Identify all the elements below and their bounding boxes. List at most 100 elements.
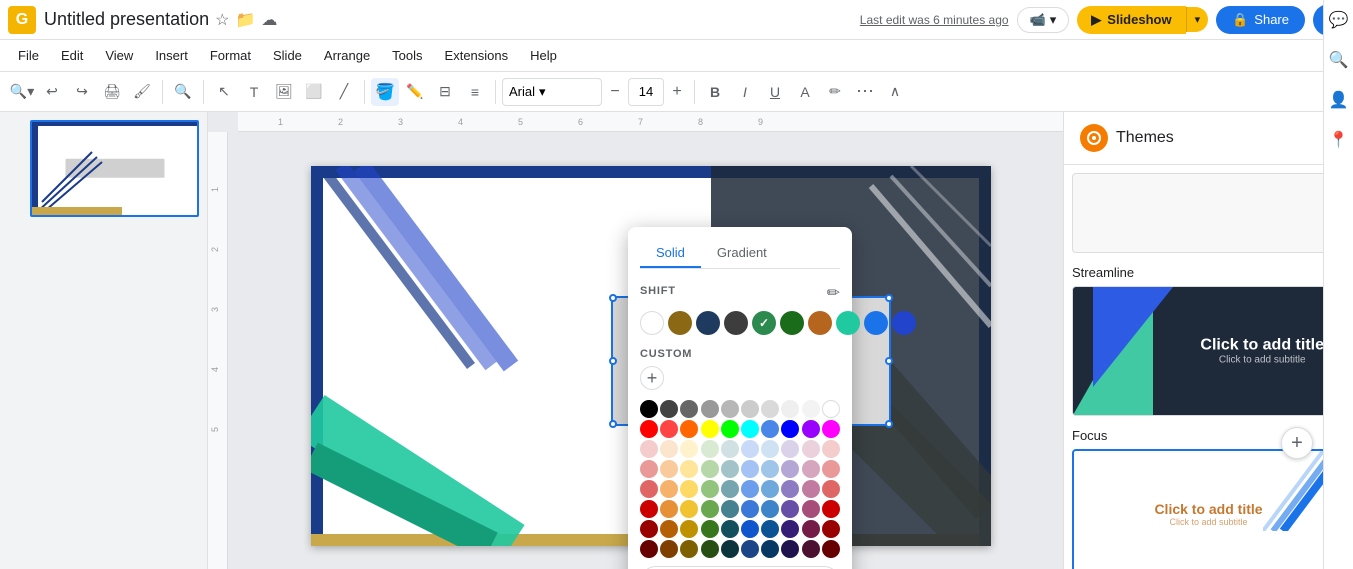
- color-light-gray-3[interactable]: [761, 400, 779, 418]
- color-light-blue-1[interactable]: [741, 440, 759, 458]
- color-cyan[interactable]: [741, 420, 759, 438]
- border-dash-button[interactable]: ⊟: [431, 78, 459, 106]
- zoom-menu-button[interactable]: 🔍▾: [8, 78, 36, 106]
- menu-slide[interactable]: Slide: [263, 44, 312, 67]
- color-olive[interactable]: [680, 520, 698, 538]
- highlight-button[interactable]: ✏: [821, 78, 849, 106]
- color-royal-blue[interactable]: [741, 500, 759, 518]
- resize-handle-bl[interactable]: [609, 420, 617, 428]
- slideshow-main-button[interactable]: ▶ Slideshow: [1077, 6, 1185, 34]
- shift-color-dark[interactable]: [724, 311, 748, 335]
- shift-color-green[interactable]: [752, 311, 776, 335]
- color-dark-teal[interactable]: [721, 520, 739, 538]
- color-medium-purple[interactable]: [781, 480, 799, 498]
- resize-handle-tr[interactable]: [885, 294, 893, 302]
- color-orange-1[interactable]: [680, 420, 698, 438]
- resize-handle-br[interactable]: [885, 420, 893, 428]
- slideshow-dropdown-button[interactable]: ▾: [1186, 7, 1209, 32]
- color-dark-maroon[interactable]: [640, 540, 658, 558]
- color-teal-2[interactable]: [721, 500, 739, 518]
- last-edit-text[interactable]: Last edit was 6 minutes ago: [860, 13, 1009, 27]
- color-medium-green[interactable]: [701, 480, 719, 498]
- color-medium-blue[interactable]: [761, 480, 779, 498]
- color-dark-gray-2[interactable]: [680, 400, 698, 418]
- document-title[interactable]: Untitled presentation: [44, 9, 209, 30]
- line-button[interactable]: ╱: [330, 78, 358, 106]
- color-coral-2[interactable]: [822, 480, 840, 498]
- redo-button[interactable]: ↪: [68, 78, 96, 106]
- shift-color-white[interactable]: [640, 311, 664, 335]
- menu-extensions[interactable]: Extensions: [435, 44, 519, 67]
- color-dark-teal-2[interactable]: [721, 540, 739, 558]
- tab-gradient[interactable]: Gradient: [701, 239, 783, 268]
- color-purple[interactable]: [802, 420, 820, 438]
- color-cornflower[interactable]: [761, 420, 779, 438]
- color-near-white[interactable]: [802, 400, 820, 418]
- color-red-1[interactable]: [640, 420, 658, 438]
- border-color-button[interactable]: ✏️: [401, 78, 429, 106]
- color-dark-purple[interactable]: [781, 520, 799, 538]
- add-theme-button[interactable]: +: [1281, 427, 1313, 459]
- shift-color-blue[interactable]: [864, 311, 888, 335]
- maps-icon[interactable]: 📍: [1327, 128, 1351, 152]
- font-size-input[interactable]: [628, 78, 664, 106]
- font-selector[interactable]: Arial ▾: [502, 78, 602, 106]
- color-red-2[interactable]: [660, 420, 678, 438]
- color-pink[interactable]: [802, 440, 820, 458]
- color-yellow-2[interactable]: [680, 500, 698, 518]
- select-button[interactable]: ↖: [210, 78, 238, 106]
- shift-color-brown[interactable]: [668, 311, 692, 335]
- underline-button[interactable]: U: [761, 78, 789, 106]
- shift-color-dark-green[interactable]: [780, 311, 804, 335]
- color-cadet-blue[interactable]: [721, 480, 739, 498]
- color-light-red[interactable]: [640, 440, 658, 458]
- tab-solid[interactable]: Solid: [640, 239, 701, 268]
- color-light-red-2[interactable]: [822, 440, 840, 458]
- color-dark-violet[interactable]: [781, 540, 799, 558]
- color-light-green[interactable]: [701, 440, 719, 458]
- text-color-button[interactable]: A: [791, 78, 819, 106]
- text-button[interactable]: T: [240, 78, 268, 106]
- color-pale-yellow[interactable]: [680, 460, 698, 478]
- shift-color-teal[interactable]: [836, 311, 860, 335]
- color-burgundy[interactable]: [802, 520, 820, 538]
- color-light-teal[interactable]: [721, 440, 739, 458]
- color-mauve[interactable]: [802, 460, 820, 478]
- color-tan[interactable]: [660, 480, 678, 498]
- color-dark-maroon-2[interactable]: [822, 540, 840, 558]
- color-maroon[interactable]: [640, 520, 658, 538]
- color-maroon-2[interactable]: [822, 520, 840, 538]
- color-magenta[interactable]: [822, 420, 840, 438]
- color-steel-blue[interactable]: [721, 460, 739, 478]
- meet-button[interactable]: 📹 ▾: [1017, 7, 1070, 33]
- color-light-gray-1[interactable]: [721, 400, 739, 418]
- shift-color-orange[interactable]: [808, 311, 832, 335]
- menu-insert[interactable]: Insert: [145, 44, 198, 67]
- color-light-yellow[interactable]: [680, 440, 698, 458]
- bold-button[interactable]: B: [701, 78, 729, 106]
- star-icon[interactable]: ☆: [215, 10, 229, 30]
- color-dark-burgundy[interactable]: [802, 540, 820, 558]
- color-dark-navy[interactable]: [741, 540, 759, 558]
- font-size-decrease[interactable]: −: [604, 81, 626, 103]
- shift-color-dark-blue[interactable]: [892, 311, 916, 335]
- color-midnight[interactable]: [761, 540, 779, 558]
- menu-view[interactable]: View: [95, 44, 143, 67]
- theme-blank[interactable]: [1072, 173, 1345, 253]
- resize-handle-tl[interactable]: [609, 294, 617, 302]
- folder-icon[interactable]: 📁: [235, 10, 255, 30]
- border-weight-button[interactable]: ≡: [461, 78, 489, 106]
- color-blue-bright[interactable]: [781, 420, 799, 438]
- italic-button[interactable]: I: [731, 78, 759, 106]
- share-button[interactable]: 🔒 Share: [1216, 6, 1305, 34]
- color-amber[interactable]: [660, 500, 678, 518]
- menu-arrange[interactable]: Arrange: [314, 44, 380, 67]
- shift-edit-button[interactable]: ✏: [827, 283, 840, 303]
- color-navy-2[interactable]: [761, 520, 779, 538]
- color-gray[interactable]: [701, 400, 719, 418]
- color-green-bright[interactable]: [721, 420, 739, 438]
- zoom-out-button[interactable]: 🔍: [169, 78, 197, 106]
- color-black[interactable]: [640, 400, 658, 418]
- color-very-light-gray[interactable]: [781, 400, 799, 418]
- color-light-blue-2[interactable]: [761, 440, 779, 458]
